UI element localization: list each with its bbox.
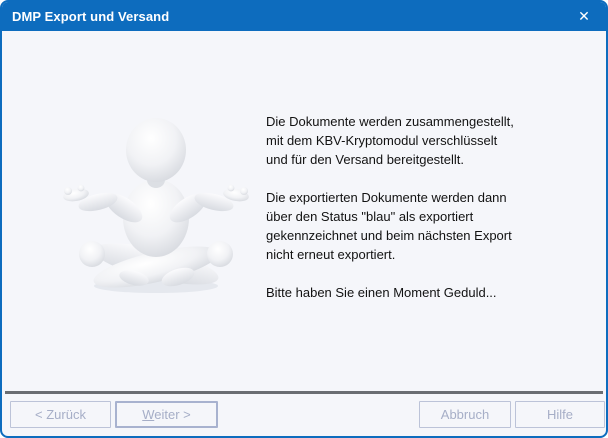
meditating-figure-illustration <box>58 114 254 296</box>
next-button-label: Weiter > <box>142 407 191 422</box>
paragraph-wait-message: Bitte haben Sie einen Moment Geduld... <box>266 283 590 302</box>
next-button[interactable]: Weiter > <box>115 401 218 428</box>
cancel-button[interactable]: Abbruch <box>419 401 511 428</box>
back-button-label: < Zurück <box>35 407 86 422</box>
back-button[interactable]: < Zurück <box>10 401 111 428</box>
window-title: DMP Export und Versand <box>12 9 169 24</box>
close-icon[interactable]: ✕ <box>566 2 602 31</box>
cancel-button-label: Abbruch <box>441 407 489 422</box>
help-button-label: Hilfe <box>547 407 573 422</box>
paragraph-export-info: Die Dokumente werden zusammengestellt, m… <box>266 112 590 169</box>
titlebar: DMP Export und Versand <box>2 2 606 31</box>
help-button[interactable]: Hilfe <box>515 401 605 428</box>
dialog-body: Die Dokumente werden zusammengestellt, m… <box>2 31 606 389</box>
instruction-text: Die Dokumente werden zusammengestellt, m… <box>266 112 590 302</box>
paragraph-status-info: Die exportierten Dokumente werden dann ü… <box>266 188 590 264</box>
dmp-export-dialog: DMP Export und Versand ✕ <box>0 0 608 438</box>
footer-separator <box>5 391 603 394</box>
meditating-figure-svg <box>58 114 254 296</box>
